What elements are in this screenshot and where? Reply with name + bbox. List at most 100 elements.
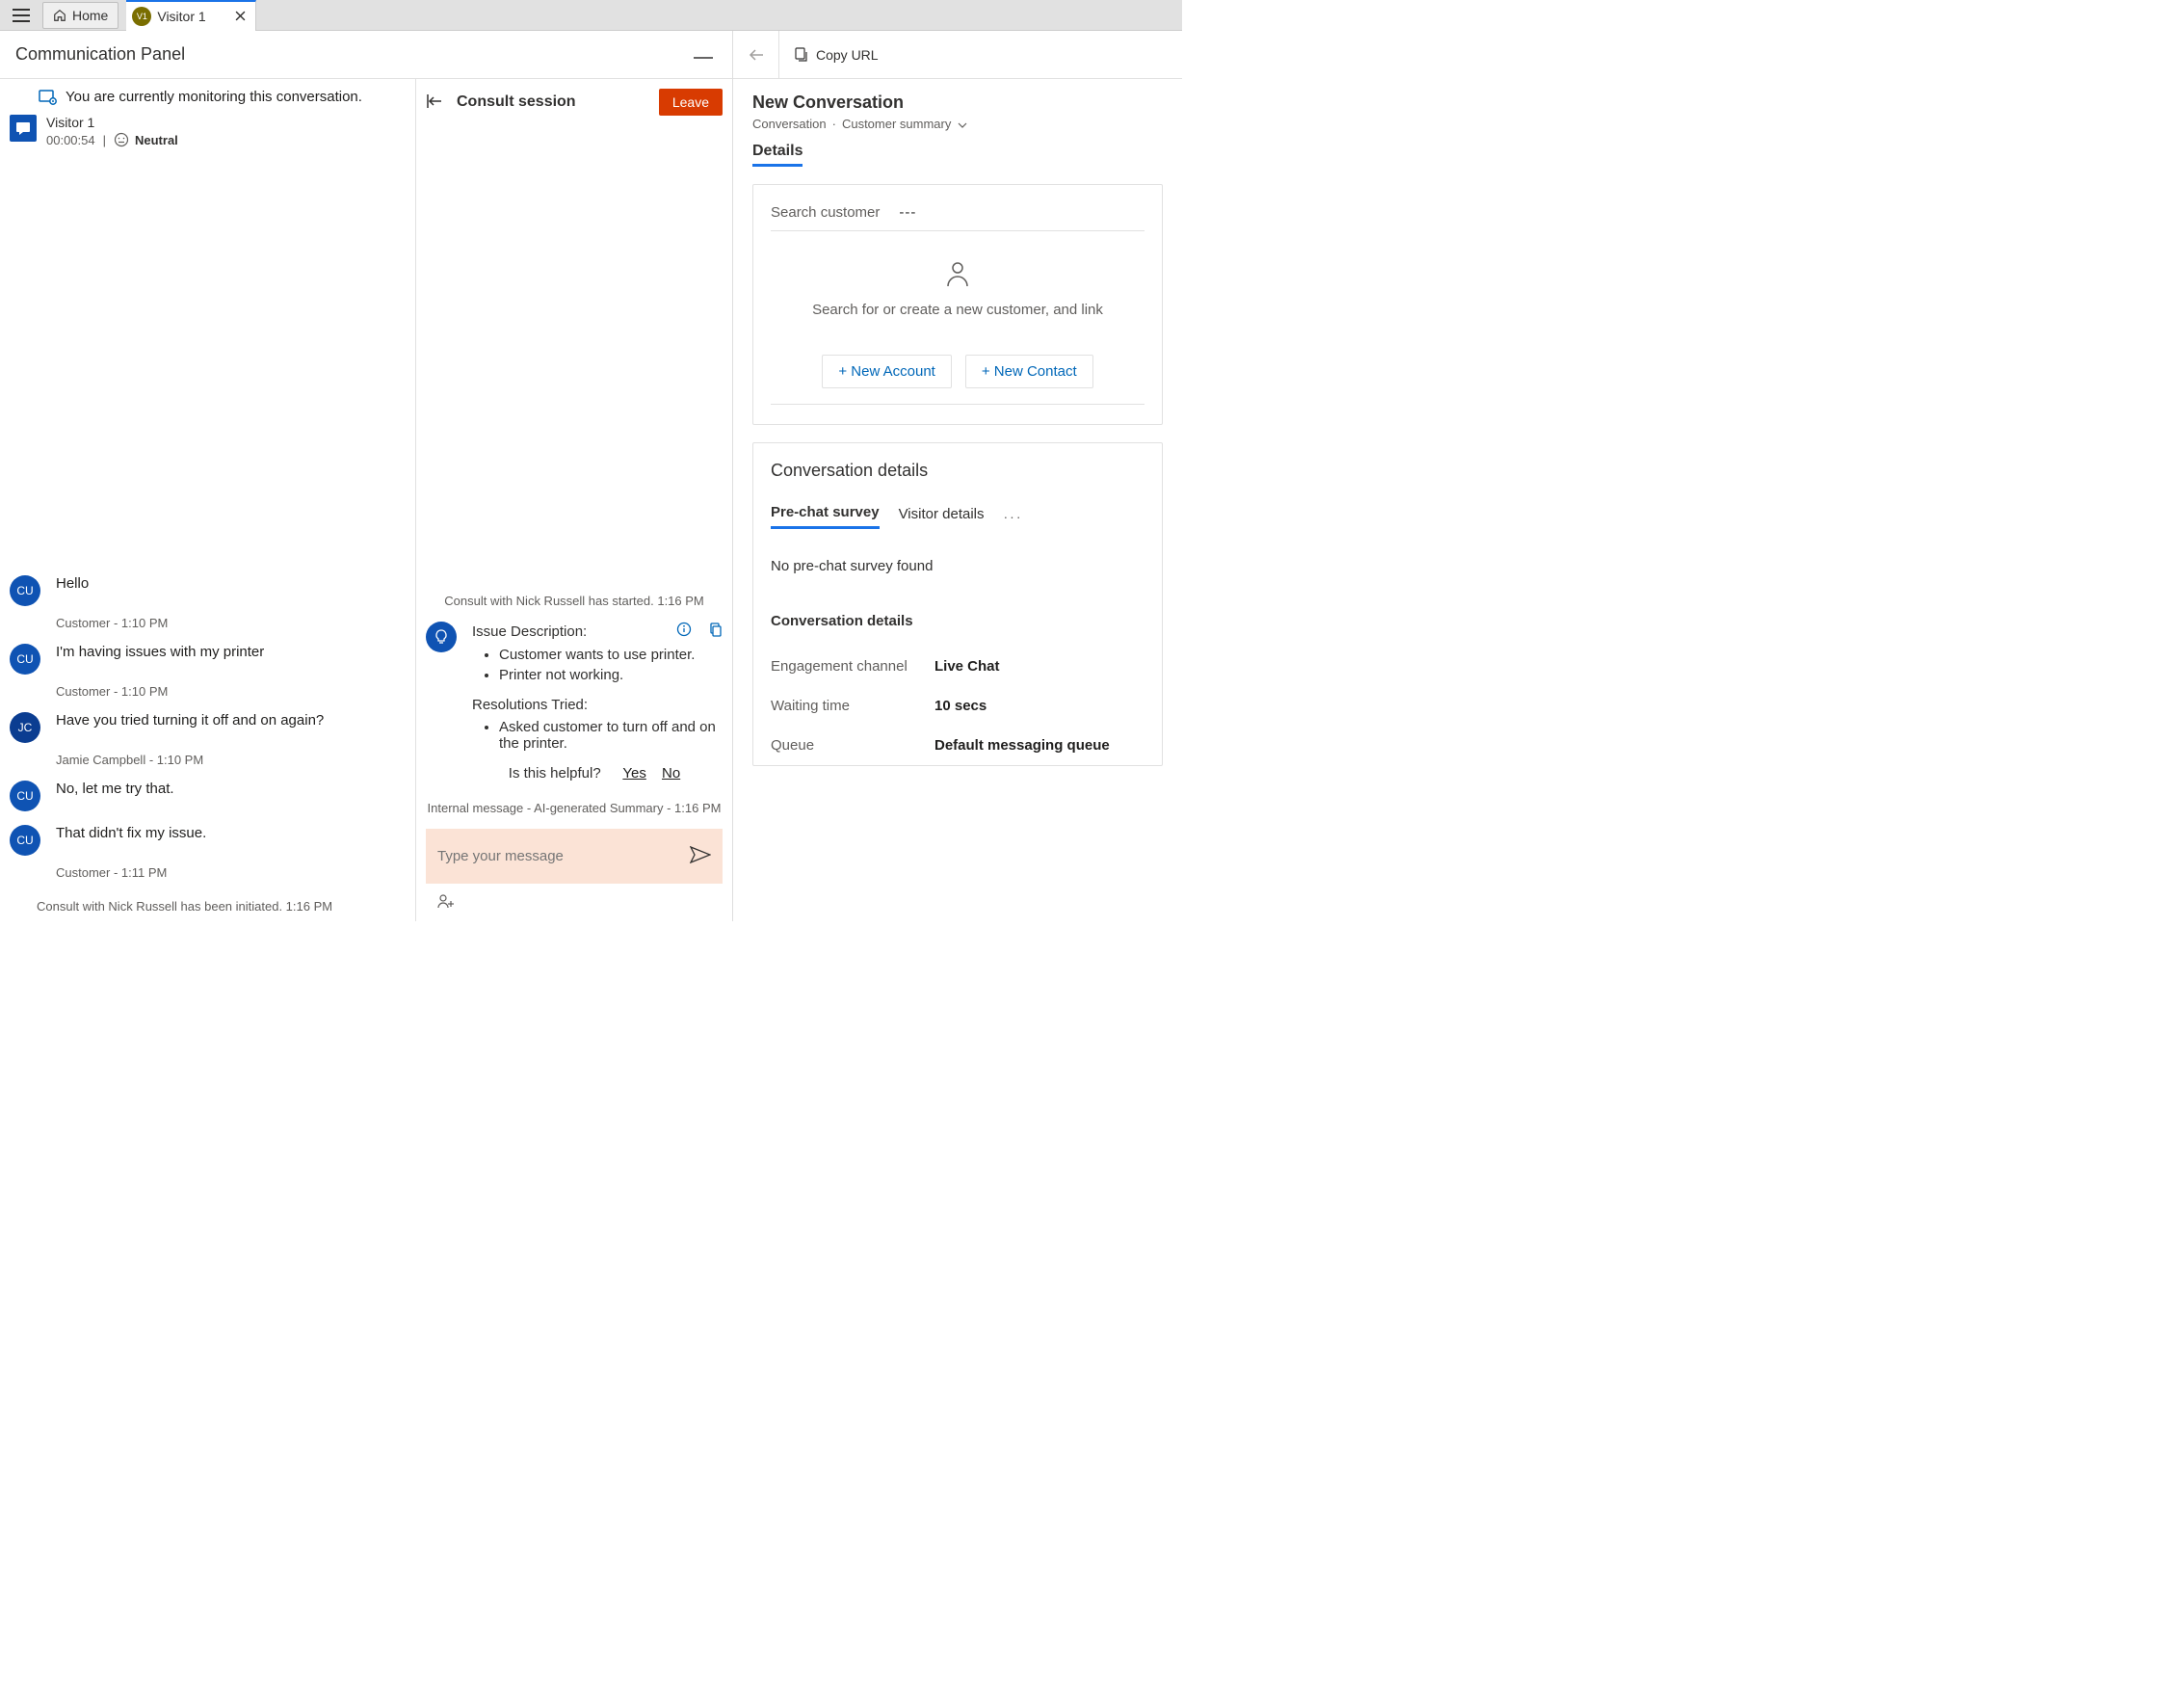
no-prechat-text: No pre-chat survey found: [771, 558, 1145, 574]
chat-message: CU Hello: [10, 575, 406, 606]
minimize-icon: [694, 56, 713, 60]
back-button[interactable]: [733, 31, 779, 79]
back-to-start-icon: [426, 93, 443, 109]
message-avatar: CU: [10, 575, 40, 606]
copy-summary-button[interactable]: [707, 622, 723, 641]
conversation-details-title: Conversation details: [771, 461, 1145, 481]
message-text: That didn't fix my issue.: [56, 825, 206, 841]
copy-url-button[interactable]: Copy URL: [779, 47, 892, 63]
add-participant-button[interactable]: [426, 884, 723, 921]
helpful-yes[interactable]: Yes: [622, 765, 645, 782]
search-hint-text: Search for or create a new customer, and…: [780, 302, 1135, 318]
message-text: No, let me try that.: [56, 781, 174, 797]
hamburger-menu[interactable]: [0, 0, 42, 31]
conversation-details-card: Conversation details Pre-chat survey Vis…: [752, 442, 1163, 766]
message-composer[interactable]: [426, 829, 723, 884]
communication-panel-header: Communication Panel: [0, 31, 732, 79]
copy-icon: [707, 622, 723, 637]
send-button[interactable]: [690, 846, 711, 866]
detail-row: QueueDefault messaging queue: [771, 726, 1145, 765]
details-tab[interactable]: Details: [752, 143, 803, 167]
person-icon: [945, 260, 970, 287]
ai-summary-card: Issue Description: Customer wants to use…: [426, 622, 723, 791]
session-label: Visitor 1: [157, 9, 205, 24]
visitor-header: Visitor 1 00:00:54 | Neutral: [0, 109, 415, 157]
message-meta: Customer - 1:10 PM: [56, 684, 406, 699]
minimize-button[interactable]: [690, 40, 717, 69]
helpful-prompt: Is this helpful? Yes No: [472, 765, 723, 782]
helpful-no[interactable]: No: [662, 765, 680, 782]
visitor-timer: 00:00:54: [46, 133, 95, 147]
neutral-face-icon: [114, 132, 129, 147]
resolutions-list: Asked customer to turn off and on the pr…: [499, 719, 723, 752]
send-icon: [690, 846, 711, 863]
detail-key: Engagement channel: [771, 658, 934, 675]
chat-message: CU No, let me try that.: [10, 781, 406, 811]
conversation-details-subheader: Conversation details: [771, 613, 1145, 629]
issue-item: Customer wants to use printer.: [499, 647, 723, 663]
detail-value: Live Chat: [934, 658, 1145, 675]
close-session-button[interactable]: [235, 9, 246, 24]
monitoring-banner: You are currently monitoring this conver…: [0, 79, 415, 109]
sentiment-label: Neutral: [135, 133, 178, 147]
chat-column: You are currently monitoring this conver…: [0, 79, 416, 921]
hamburger-icon: [13, 9, 30, 22]
lightbulb-avatar: [426, 622, 457, 652]
leave-button[interactable]: Leave: [659, 89, 723, 116]
detail-key: Queue: [771, 737, 934, 754]
right-column: Copy URL New Conversation Conversation ·…: [733, 31, 1182, 921]
message-avatar: JC: [10, 712, 40, 743]
sentiment-indicator: Neutral: [114, 132, 178, 147]
new-contact-button[interactable]: + New Contact: [965, 355, 1093, 388]
tab-overflow[interactable]: ···: [1004, 509, 1023, 524]
home-label: Home: [72, 8, 108, 23]
resolutions-header: Resolutions Tried:: [472, 697, 723, 713]
message-meta: Customer - 1:11 PM: [56, 865, 406, 880]
home-icon: [53, 9, 66, 22]
search-customer-row[interactable]: Search customer ---: [771, 204, 1145, 231]
copy-url-icon: [793, 47, 808, 63]
topbar: Home V1 Visitor 1: [0, 0, 1182, 31]
tab-visitor-details[interactable]: Visitor details: [899, 506, 985, 528]
add-person-icon: [437, 893, 455, 909]
chevron-down-icon: [958, 122, 967, 128]
message-avatar: CU: [10, 781, 40, 811]
chat-session-icon: [10, 115, 37, 142]
detail-row: Engagement channelLive Chat: [771, 647, 1145, 686]
monitoring-text: You are currently monitoring this conver…: [66, 89, 362, 105]
breadcrumb: Conversation · Customer summary: [752, 117, 1163, 131]
chat-message: CU I'm having issues with my printer: [10, 644, 406, 675]
search-customer-value: ---: [899, 204, 916, 221]
consult-column: Consult session Leave Consult with Nick …: [416, 79, 732, 921]
message-text: Hello: [56, 575, 89, 592]
consult-title: Consult session: [457, 93, 659, 111]
consult-started-text: Consult with Nick Russell has started. 1…: [426, 594, 723, 608]
message-text: I'm having issues with my printer: [56, 644, 264, 660]
message-avatar: CU: [10, 825, 40, 856]
issue-description-header: Issue Description:: [472, 623, 587, 640]
arrow-left-icon: [749, 48, 764, 62]
conversation-title: New Conversation: [752, 93, 1163, 113]
new-account-button[interactable]: + New Account: [822, 355, 951, 388]
info-button[interactable]: [676, 622, 692, 641]
message-meta: Jamie Campbell - 1:10 PM: [56, 753, 406, 767]
communication-panel-title: Communication Panel: [15, 44, 690, 65]
internal-message-meta: Internal message - AI-generated Summary …: [426, 801, 723, 815]
detail-row: Waiting time10 secs: [771, 686, 1145, 726]
copy-url-label: Copy URL: [816, 47, 879, 63]
consult-back-button[interactable]: [422, 90, 447, 116]
tab-prechat-survey[interactable]: Pre-chat survey: [771, 504, 880, 529]
close-icon: [235, 11, 246, 21]
consult-initiated-note: Consult with Nick Russell has been initi…: [37, 899, 406, 914]
home-tab[interactable]: Home: [42, 2, 118, 29]
message-avatar: CU: [10, 644, 40, 675]
customer-summary-dropdown[interactable]: Customer summary: [842, 117, 967, 131]
search-customer-label: Search customer: [771, 204, 880, 221]
resolution-item: Asked customer to turn off and on the pr…: [499, 719, 723, 752]
session-tab-visitor1[interactable]: V1 Visitor 1: [126, 0, 255, 31]
info-icon: [676, 622, 692, 637]
composer-input[interactable]: [437, 848, 680, 864]
message-meta: Customer - 1:10 PM: [56, 616, 406, 630]
consult-header: Consult session Leave: [416, 79, 732, 125]
left-column: Communication Panel You are currently mo…: [0, 31, 733, 921]
